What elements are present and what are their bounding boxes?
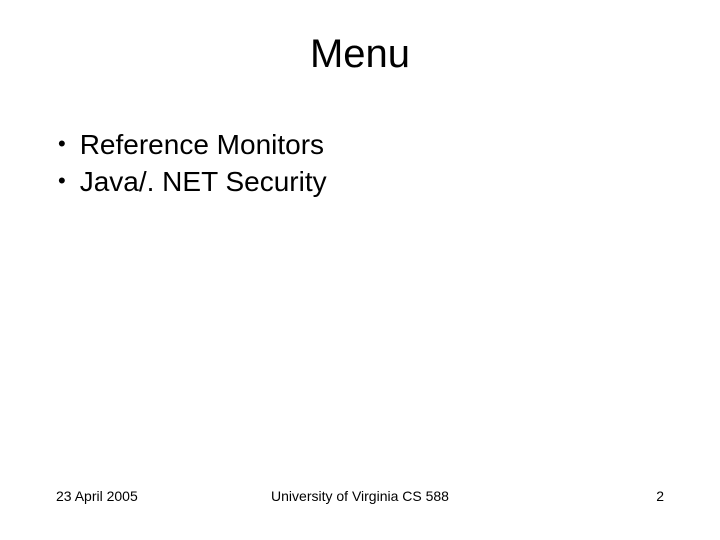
footer-course: University of Virginia CS 588 [208, 488, 512, 504]
bullet-list: • Reference Monitors • Java/. NET Securi… [58, 127, 670, 199]
list-item: • Reference Monitors [58, 127, 670, 162]
slide: Menu • Reference Monitors • Java/. NET S… [0, 0, 720, 540]
footer-date: 23 April 2005 [56, 488, 208, 504]
bullet-icon: • [58, 164, 66, 197]
bullet-text: Java/. NET Security [80, 164, 327, 199]
slide-title: Menu [50, 32, 670, 77]
footer-page: 2 [512, 488, 664, 504]
bullet-icon: • [58, 127, 66, 160]
list-item: • Java/. NET Security [58, 164, 670, 199]
bullet-text: Reference Monitors [80, 127, 324, 162]
slide-content: • Reference Monitors • Java/. NET Securi… [50, 127, 670, 488]
slide-footer: 23 April 2005 University of Virginia CS … [50, 488, 670, 510]
